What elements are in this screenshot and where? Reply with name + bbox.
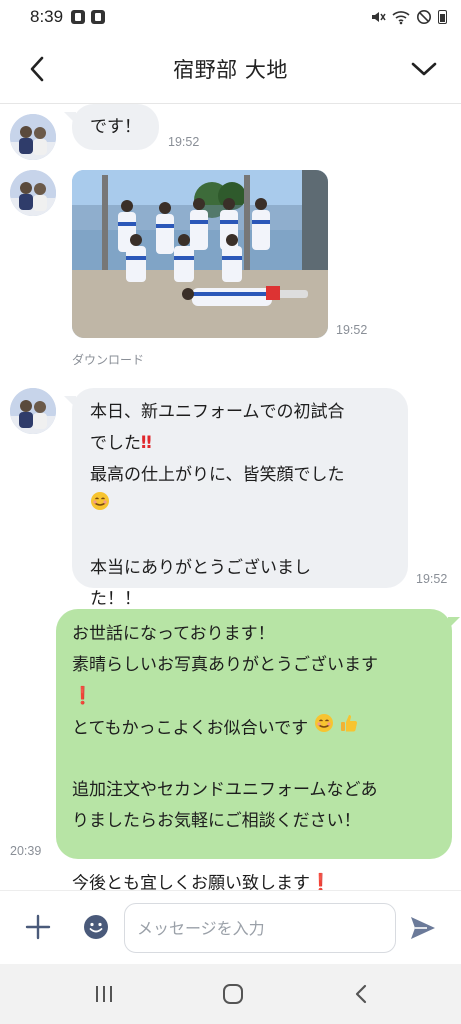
dnd-icon xyxy=(417,10,431,24)
bubble-tail xyxy=(64,112,76,124)
message-timestamp: 20:39 xyxy=(10,844,42,858)
emoji-icon[interactable] xyxy=(82,913,110,941)
message-text-line: 最高の仕上がりに、皆笑顔でした xyxy=(90,464,345,485)
message-text-line: でした‼ xyxy=(90,428,390,460)
message-bubble-incoming[interactable]: 本日、新ユニフォームでの初試合 でした‼ 最高の仕上がりに、皆笑顔でした 本当に… xyxy=(64,388,408,609)
message-text-line: 本日、新ユニフォームでの初試合 xyxy=(90,402,345,422)
status-notification-icons xyxy=(71,10,106,24)
message-text-line: 素晴らしいお写真ありがとうございます xyxy=(72,655,378,675)
message-input-bar xyxy=(0,890,461,964)
smiling-face-icon xyxy=(314,713,334,744)
message-text-line: 本当にありがとうございまし xyxy=(90,558,311,578)
exclamation-icon: ❗ xyxy=(72,686,94,706)
avatar[interactable] xyxy=(10,170,56,216)
team-photo-image[interactable] xyxy=(72,170,328,338)
message-timestamp: 19:52 xyxy=(168,135,200,149)
message-text-line: お世話になっております！ xyxy=(72,624,275,644)
wifi-icon xyxy=(392,11,410,25)
bubble-tail xyxy=(64,396,76,408)
message-text-line: 追加注文やセカンドユニフォームなどあ xyxy=(72,780,378,800)
message-input[interactable] xyxy=(124,903,396,953)
system-navigation-bar xyxy=(0,964,461,1024)
line-notification-icon xyxy=(71,10,86,24)
message-bubble-outgoing[interactable]: お世話になっております！ 素晴らしいお写真ありがとうございます ❗ とてもかっこ… xyxy=(56,609,460,894)
message-text-line xyxy=(90,491,390,523)
message-bubble-incoming[interactable]: です！ xyxy=(64,104,159,150)
message-text-line: りましたらお気軽にご相談ください！ xyxy=(72,811,361,831)
plus-icon[interactable] xyxy=(24,913,52,941)
app-notification-icon xyxy=(91,10,106,24)
recent-apps-icon[interactable] xyxy=(92,982,116,1006)
bubble-tail xyxy=(448,617,460,629)
chat-area[interactable]: です！ 19:52 19:52 ダウンロード 本日、新ユニフォームでの初試合 で… xyxy=(0,104,461,894)
avatar[interactable] xyxy=(10,388,56,434)
message-timestamp: 19:52 xyxy=(416,572,448,586)
chevron-left-icon[interactable] xyxy=(22,52,52,86)
message-text: でした xyxy=(90,433,141,454)
status-time: 8:39 xyxy=(30,7,64,26)
message-timestamp: 19:52 xyxy=(336,323,368,337)
thumbs-up-icon xyxy=(339,713,359,744)
smiling-face-icon xyxy=(90,491,110,522)
chevron-down-icon[interactable] xyxy=(407,52,441,86)
mute-icon xyxy=(372,12,386,22)
chat-title: 宿野部 大地 xyxy=(173,57,288,82)
message-text-line xyxy=(72,837,436,868)
message-text-line: とてもかっこよくお似合いです xyxy=(72,713,436,745)
message-text-line: ❗ xyxy=(72,681,436,713)
home-icon[interactable] xyxy=(221,982,245,1006)
message-text: です！ xyxy=(90,117,141,137)
double-exclamation-icon: ‼ xyxy=(141,433,152,453)
chat-header: 宿野部 大地 xyxy=(0,34,461,104)
message-text-line xyxy=(90,522,390,553)
download-link[interactable]: ダウンロード xyxy=(72,351,144,368)
message-text-line xyxy=(72,744,436,775)
avatar[interactable] xyxy=(10,114,56,160)
send-icon[interactable] xyxy=(408,913,438,943)
status-right-icons xyxy=(370,9,447,25)
status-bar: 8:39 xyxy=(0,0,461,34)
nav-back-icon[interactable] xyxy=(350,982,374,1006)
battery-icon xyxy=(438,10,447,24)
message-text: とてもかっこよくお似合いです xyxy=(72,718,309,738)
